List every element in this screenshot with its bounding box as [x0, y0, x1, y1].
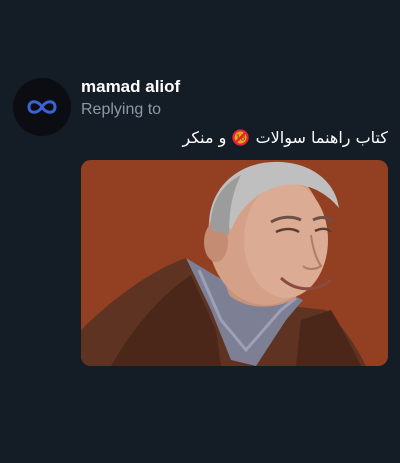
tweet-text-part-2: و منکر — [182, 128, 227, 147]
tweet-text: کتاب راهنما سوالات 18 و منکر — [170, 128, 388, 147]
avatar[interactable] — [13, 78, 71, 136]
tweet-photo[interactable] — [81, 160, 388, 366]
reply-tweet: mamad aliof Replying to کتاب راهنما سوال… — [0, 0, 400, 463]
photo-illustration — [81, 160, 388, 366]
author-display-name[interactable]: mamad aliof — [81, 77, 180, 97]
tweet-text-part-1: کتاب راهنما سوالات — [255, 128, 388, 147]
infinity-icon — [27, 100, 57, 114]
replying-to-label: Replying to — [81, 101, 162, 118]
no-entry-prohibited-icon: 18 — [232, 129, 250, 146]
